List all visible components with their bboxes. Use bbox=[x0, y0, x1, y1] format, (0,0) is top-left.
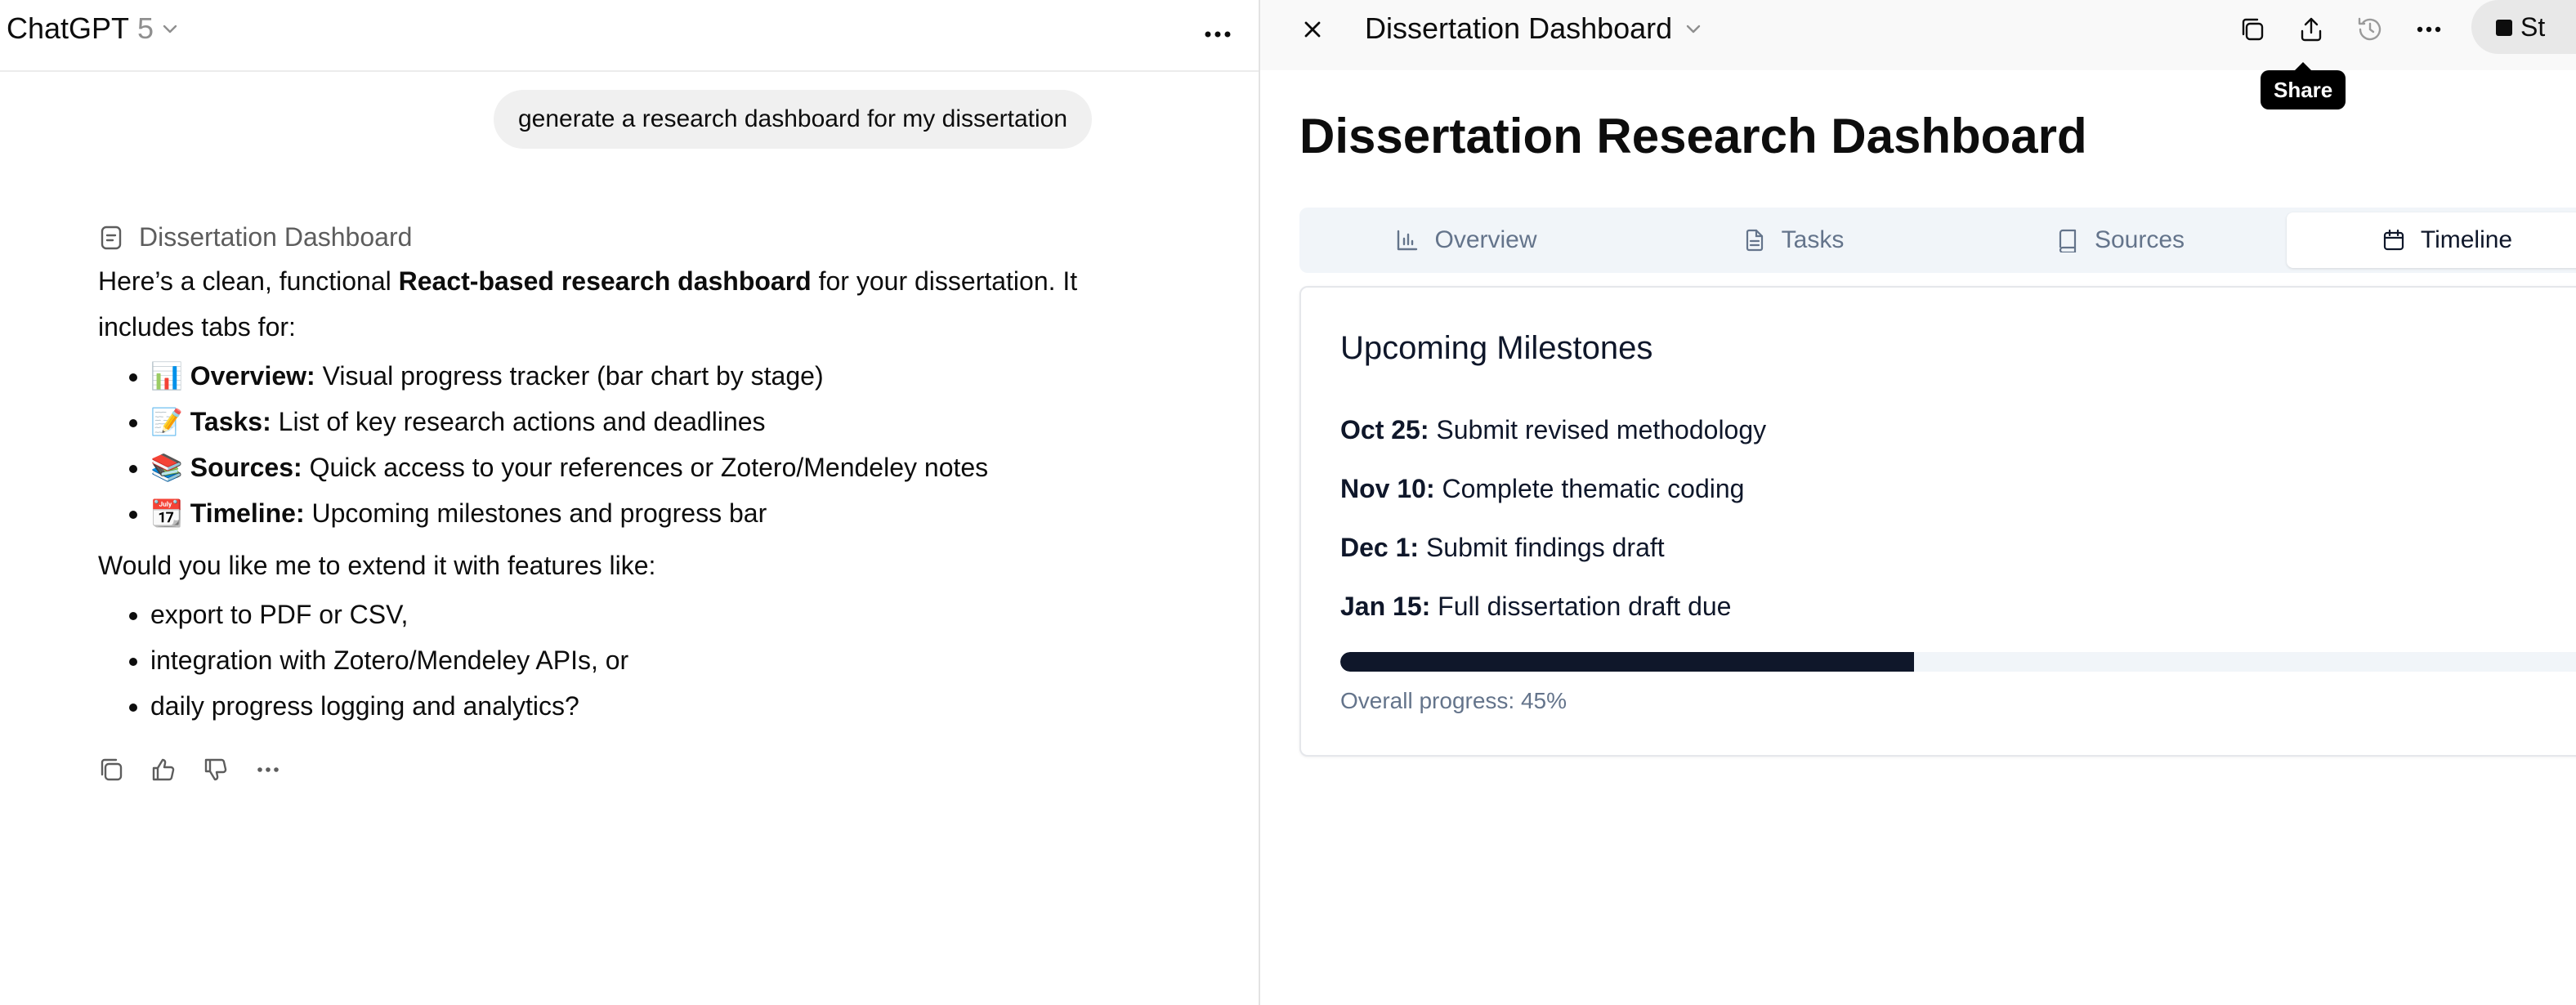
tab-sources[interactable]: Sources bbox=[1960, 212, 2280, 268]
progress-text: Overall progress: 45% bbox=[1340, 688, 1568, 713]
intro-paragraph: Here’s a clean, functional React-based r… bbox=[98, 266, 1078, 342]
card-title: Upcoming Milestones bbox=[1340, 330, 1653, 366]
copy-canvas-button[interactable] bbox=[2238, 15, 2267, 48]
app-name: ChatGPT bbox=[7, 11, 130, 45]
copy-icon bbox=[101, 758, 123, 781]
canvas-reference-label: Dissertation Dashboard bbox=[139, 222, 413, 252]
more-horizontal-icon bbox=[257, 767, 279, 772]
feature-list: 📊 Overview: Visual progress tracker (bar… bbox=[98, 353, 1161, 536]
more-actions-button[interactable] bbox=[253, 755, 283, 784]
document-icon bbox=[101, 226, 122, 249]
copy-button[interactable] bbox=[96, 755, 126, 784]
file-text-icon bbox=[1746, 229, 1763, 252]
history-icon bbox=[2358, 17, 2381, 41]
message-actions bbox=[96, 755, 283, 784]
stop-button-label: St bbox=[2520, 11, 2546, 42]
progress-bar-fill bbox=[1340, 652, 1914, 672]
stop-button[interactable]: St bbox=[2471, 0, 2576, 54]
milestone-item: Nov 10: Complete thematic coding bbox=[1340, 474, 1745, 503]
canvas-options-button[interactable] bbox=[2414, 15, 2444, 48]
canvas-title: Dissertation Dashboard bbox=[1365, 11, 1673, 45]
canvas-pane: Dissertation Dashboard St Share Disserta… bbox=[1260, 0, 2576, 1005]
book-icon bbox=[2059, 229, 2077, 252]
bar-chart-icon bbox=[1398, 230, 1418, 251]
close-canvas-button[interactable] bbox=[1298, 15, 1327, 48]
chevron-down-icon bbox=[1687, 25, 1701, 34]
list-item: 📊 Overview: Visual progress tracker (bar… bbox=[150, 353, 1161, 399]
copy-icon bbox=[2242, 18, 2264, 41]
thumbs-up-button[interactable] bbox=[149, 755, 178, 784]
user-message: generate a research dashboard for my dis… bbox=[494, 90, 1093, 149]
dashboard-tab-bar: Overview Tasks Sources Timeline bbox=[1299, 208, 2576, 273]
list-item: export to PDF or CSV, bbox=[150, 592, 1161, 637]
more-horizontal-icon bbox=[1205, 31, 1231, 38]
share-icon bbox=[2301, 17, 2322, 42]
milestones-card: Upcoming Milestones Oct 25: Submit revis… bbox=[1299, 286, 2576, 757]
tab-label: Overview bbox=[1434, 226, 1537, 253]
stop-icon bbox=[2496, 20, 2512, 36]
calendar-icon bbox=[2383, 229, 2404, 251]
tab-label: Timeline bbox=[2420, 226, 2513, 253]
tab-label: Sources bbox=[2094, 226, 2185, 253]
version-history-button[interactable] bbox=[2355, 15, 2385, 48]
chevron-down-icon bbox=[163, 25, 177, 34]
conversation-options-button[interactable] bbox=[1201, 18, 1234, 55]
thumbs-up-icon bbox=[152, 758, 175, 781]
more-horizontal-icon bbox=[2417, 26, 2441, 33]
chat-header: ChatGPT 5 bbox=[0, 0, 1259, 72]
thumbs-down-icon bbox=[204, 758, 227, 781]
canvas-title-dropdown[interactable]: Dissertation Dashboard bbox=[1365, 11, 1703, 46]
tab-label: Tasks bbox=[1781, 226, 1845, 253]
close-icon bbox=[1304, 21, 1321, 38]
thumbs-down-button[interactable] bbox=[201, 755, 230, 784]
tab-tasks[interactable]: Tasks bbox=[1633, 212, 1953, 268]
tab-overview[interactable]: Overview bbox=[1306, 212, 1626, 268]
progress-bar bbox=[1340, 652, 2576, 672]
canvas-header: Dissertation Dashboard St bbox=[1260, 0, 2576, 70]
canvas-reference-link[interactable]: Dissertation Dashboard bbox=[98, 222, 412, 252]
follow-up-question: Would you like me to extend it with feat… bbox=[98, 551, 656, 580]
dashboard-title: Dissertation Research Dashboard bbox=[1299, 109, 2087, 163]
list-item: integration with Zotero/Mendeley APIs, o… bbox=[150, 637, 1161, 683]
list-item: 📚 Sources: Quick access to your referenc… bbox=[150, 444, 1161, 490]
milestone-item: Jan 15: Full dissertation draft due bbox=[1340, 592, 1732, 621]
milestone-item: Oct 25: Submit revised methodology bbox=[1340, 415, 1767, 444]
model-selector[interactable]: ChatGPT 5 bbox=[7, 11, 180, 46]
tab-timeline[interactable]: Timeline bbox=[2287, 212, 2576, 268]
list-item: daily progress logging and analytics? bbox=[150, 683, 1161, 729]
suggestion-list: export to PDF or CSV, integration with Z… bbox=[98, 592, 1161, 729]
list-item: 📆 Timeline: Upcoming milestones and prog… bbox=[150, 490, 1161, 536]
model-version: 5 bbox=[137, 11, 154, 45]
assistant-message: Here’s a clean, functional React-based r… bbox=[98, 258, 1161, 734]
share-button[interactable] bbox=[2296, 15, 2326, 48]
milestone-item: Dec 1: Submit findings draft bbox=[1340, 533, 1665, 562]
chat-pane: ChatGPT 5 generate a research dashboard … bbox=[0, 0, 1259, 1005]
list-item: 📝 Tasks: List of key research actions an… bbox=[150, 399, 1161, 444]
share-tooltip: Share bbox=[2261, 62, 2346, 109]
